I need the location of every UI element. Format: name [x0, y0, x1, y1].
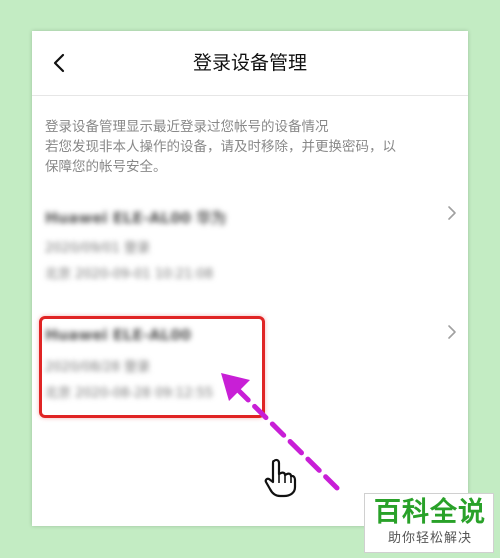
info-line-1: 登录设备管理显示最近登录过您帐号的设备情况: [45, 119, 329, 135]
info-line-3: 保障您的帐号安全。: [45, 159, 167, 175]
info-line-2: 若您发现非本人操作的设备，请及时移除，并更换密码，以: [45, 139, 396, 155]
device-item-2[interactable]: Huawei ELE-AL00 2020/08/28 登录 北京 2020-08…: [32, 316, 468, 408]
device-item-1[interactable]: Huawei ELE-AL00 华为 2020/09/01 登录 北京 2020…: [32, 197, 468, 289]
chevron-right-icon: [448, 325, 456, 339]
hand-pointer-icon: [264, 458, 297, 498]
watermark-logo: 百科全说 助你轻松解决: [364, 493, 494, 553]
watermark-subtitle: 助你轻松解决: [387, 531, 472, 546]
device-login-location: 北京 2020-08-28 09:12:55: [45, 386, 214, 401]
info-text: 登录设备管理显示最近登录过您帐号的设备情况 若您发现非本人操作的设备，请及时移除…: [45, 117, 457, 177]
nav-header: 登录设备管理: [32, 31, 468, 96]
page-title: 登录设备管理: [192, 52, 307, 74]
chevron-left-icon: [53, 53, 65, 73]
device-name: Huawei ELE-AL00: [45, 326, 192, 344]
device-name: Huawei ELE-AL00 华为: [45, 209, 227, 227]
device-login-date: 2020/08/28 登录: [45, 360, 151, 375]
device-login-location: 北京 2020-09-01 10:21:08: [45, 267, 214, 282]
device-login-date: 2020/09/01 登录: [45, 241, 151, 256]
watermark-title: 百科全说: [374, 497, 486, 528]
chevron-right-icon: [448, 206, 456, 220]
device-management-screen: 登录设备管理 登录设备管理显示最近登录过您帐号的设备情况 若您发现非本人操作的设…: [32, 31, 468, 526]
back-button[interactable]: [40, 43, 80, 83]
